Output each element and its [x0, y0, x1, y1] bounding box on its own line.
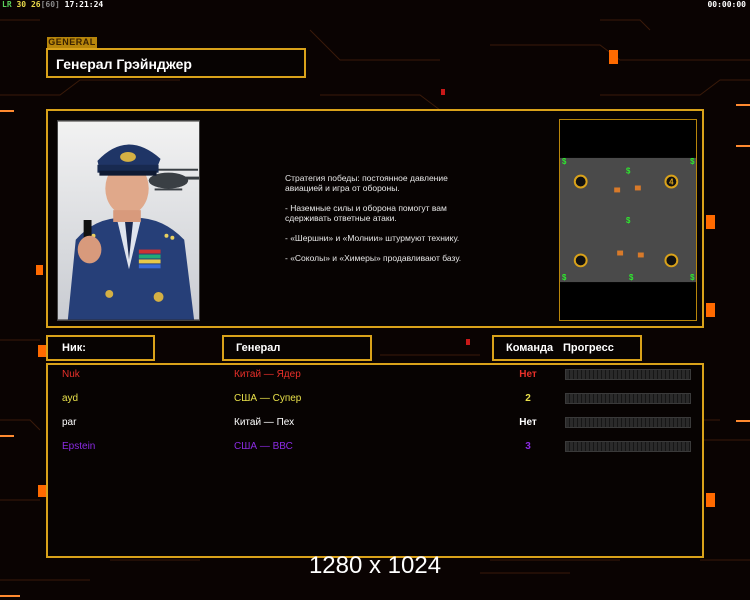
player-nick: Epstein: [62, 441, 96, 452]
supply-icon: $: [629, 273, 634, 282]
fps-value-b: 26: [30, 0, 41, 9]
general-portrait: [57, 120, 200, 321]
player-team: 2: [525, 393, 531, 404]
strategy-description: Стратегия победы: постоянное давление ав…: [285, 173, 485, 273]
general-name-box: Генерал Грэйнджер: [46, 48, 306, 78]
fps-readout: LR 30 26[60] 17:21:24: [2, 0, 103, 10]
map-preview[interactable]: 4 $ $ $ $ $ $ $: [559, 119, 697, 321]
start-position-marker[interactable]: [573, 174, 588, 189]
game-timer: 00:00:00: [707, 0, 746, 9]
supply-icon: $: [562, 273, 567, 282]
supply-icon: $: [690, 273, 695, 282]
fps-value-c: [60]: [40, 0, 60, 9]
player-row[interactable]: par Китай — Пех Нет: [48, 417, 702, 435]
header-team-progress: Команда Прогресс: [492, 335, 642, 361]
player-general: Китай — Пех: [234, 417, 295, 428]
header-nick: Ник:: [46, 335, 155, 361]
players-panel: Nuk Китай — Ядер Нет ayd США — Супер 2 par Кита…: [46, 363, 704, 558]
header-progress: Прогресс: [563, 342, 614, 354]
start-position-marker[interactable]: [664, 253, 679, 268]
clock: 17:21:24: [64, 0, 104, 9]
resolution-label: 1280 x 1024: [308, 552, 442, 579]
supply-icon: $: [626, 216, 631, 225]
description-line-4: - «Соколы» и «Химеры» продавливают базу.: [285, 253, 462, 263]
supply-icon: $: [626, 167, 631, 176]
supply-icon: $: [562, 157, 567, 166]
description-line-2: - Наземные силы и оборона помогут вам сд…: [285, 203, 447, 223]
fps-value-a: 30: [16, 0, 27, 9]
player-row[interactable]: Epstein США — ВВС 3: [48, 441, 702, 459]
supply-icon: $: [690, 157, 695, 166]
player-progress-bar: [565, 417, 691, 428]
player-general: США — ВВС: [234, 441, 293, 452]
start-position-label: 4: [669, 178, 674, 187]
player-row[interactable]: Nuk Китай — Ядер Нет: [48, 369, 702, 387]
player-progress-bar: [565, 441, 691, 452]
player-general: Китай — Ядер: [234, 369, 301, 380]
player-nick: Nuk: [62, 369, 80, 380]
description-line-3: - «Шершни» и «Молнии» штурмуют технику.: [285, 233, 460, 243]
fps-label: LR: [2, 0, 12, 9]
general-name: Генерал Грэйнджер: [56, 56, 192, 72]
description-line-1: Стратегия победы: постоянное давление ав…: [285, 173, 448, 193]
player-progress-bar: [565, 393, 691, 404]
start-position-marker[interactable]: [573, 253, 588, 268]
player-row[interactable]: ayd США — Супер 2: [48, 393, 702, 411]
player-team: Нет: [519, 417, 537, 428]
player-team: 3: [525, 441, 531, 452]
header-general: Генерал: [222, 335, 372, 361]
player-team: Нет: [519, 369, 537, 380]
general-info-panel: Стратегия победы: постоянное давление ав…: [46, 109, 704, 328]
player-nick: ayd: [62, 393, 79, 404]
general-tag: GENERAL: [47, 37, 97, 48]
header-team: Команда: [506, 342, 554, 354]
player-nick: par: [62, 417, 77, 428]
player-general: США — Супер: [234, 393, 302, 404]
player-progress-bar: [565, 369, 691, 380]
